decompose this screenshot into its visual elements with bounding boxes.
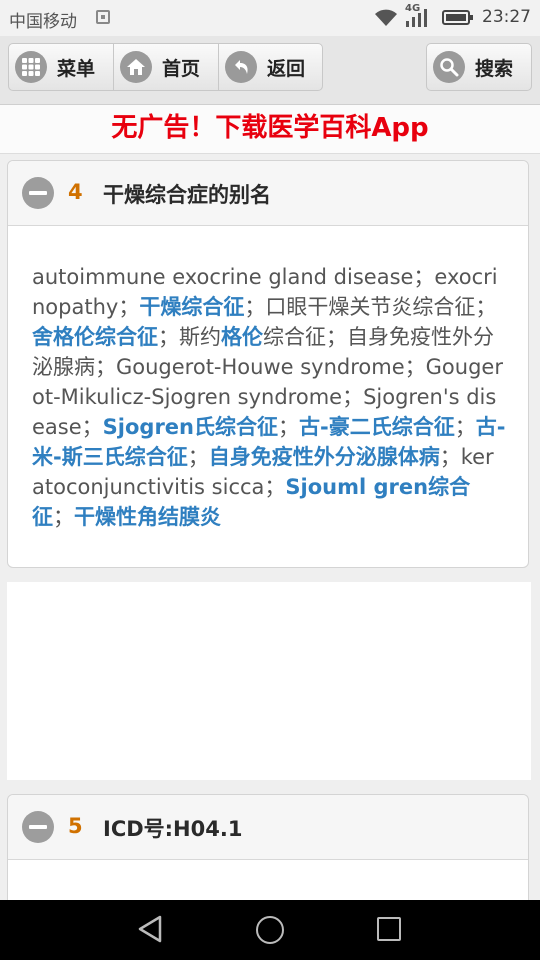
- alias-link[interactable]: 干燥综合征: [139, 295, 244, 319]
- alias-plain-text: ；: [454, 415, 476, 439]
- battery-icon: [442, 10, 473, 25]
- alias-link[interactable]: 格伦: [221, 325, 263, 349]
- section-card-icd: 5 ICD号:H04.1: [7, 794, 529, 914]
- wifi-icon: [375, 9, 397, 26]
- section-number: 5: [68, 814, 83, 838]
- alias-link[interactable]: 舍格伦综合征: [32, 325, 158, 349]
- system-nav-bar: [0, 900, 540, 960]
- alias-plain-text: ；斯约: [158, 325, 221, 349]
- section-header[interactable]: 5 ICD号:H04.1: [8, 795, 528, 860]
- menu-button[interactable]: 菜单: [8, 43, 114, 91]
- section-title: 干燥综合症的别名: [103, 183, 271, 207]
- back-button[interactable]: 返回: [218, 43, 323, 91]
- section-card-aliases: 4 干燥综合症的别名 autoimmune exocrine gland dis…: [7, 160, 529, 568]
- collapse-icon[interactable]: [22, 177, 54, 209]
- sim-card-icon: [96, 10, 110, 24]
- home-button-label: 首页: [162, 57, 201, 80]
- alias-link[interactable]: Sjogren氏综合征: [103, 415, 278, 439]
- alias-plain-text: ；: [187, 445, 209, 469]
- content-blank-area: [7, 582, 531, 780]
- section-number: 4: [68, 180, 83, 204]
- search-button-label: 搜索: [475, 57, 514, 80]
- section-header[interactable]: 4 干燥综合症的别名: [8, 161, 528, 226]
- alias-text: autoimmune exocrine gland disease；exocri…: [8, 226, 528, 532]
- nav-recent-apps-icon[interactable]: [377, 917, 401, 941]
- home-button[interactable]: 首页: [113, 43, 219, 91]
- nav-home-icon[interactable]: [256, 916, 284, 944]
- signal-strength-icon: [406, 9, 427, 27]
- grid-icon: [15, 51, 47, 83]
- nav-back-icon[interactable]: [136, 914, 164, 944]
- alias-plain-text: ；: [278, 415, 299, 439]
- back-button-label: 返回: [267, 57, 306, 80]
- search-button[interactable]: 搜索: [426, 43, 532, 91]
- menu-button-label: 菜单: [57, 57, 96, 80]
- alias-link[interactable]: 干燥性角结膜炎: [74, 505, 221, 529]
- download-app-banner[interactable]: 无广告！下载医学百科App: [0, 105, 540, 154]
- status-bar: 中国移动 4G 23:27: [0, 0, 540, 36]
- home-icon: [120, 51, 152, 83]
- alias-plain-text: ；: [53, 505, 74, 529]
- top-nav-bar: 菜单 首页 返回 搜索: [0, 36, 540, 105]
- alias-plain-text: ；口眼干燥关节炎综合征；: [244, 295, 497, 319]
- back-arrow-icon: [225, 51, 257, 83]
- alias-link[interactable]: 自身免疫性外分泌腺体病: [209, 445, 440, 469]
- carrier-name: 中国移动: [9, 12, 77, 32]
- section-title: ICD号:H04.1: [103, 817, 243, 841]
- alias-link[interactable]: 古-豪二氏综合征: [299, 415, 455, 439]
- clock: 23:27: [482, 7, 531, 27]
- search-icon: [433, 51, 465, 83]
- collapse-icon[interactable]: [22, 811, 54, 843]
